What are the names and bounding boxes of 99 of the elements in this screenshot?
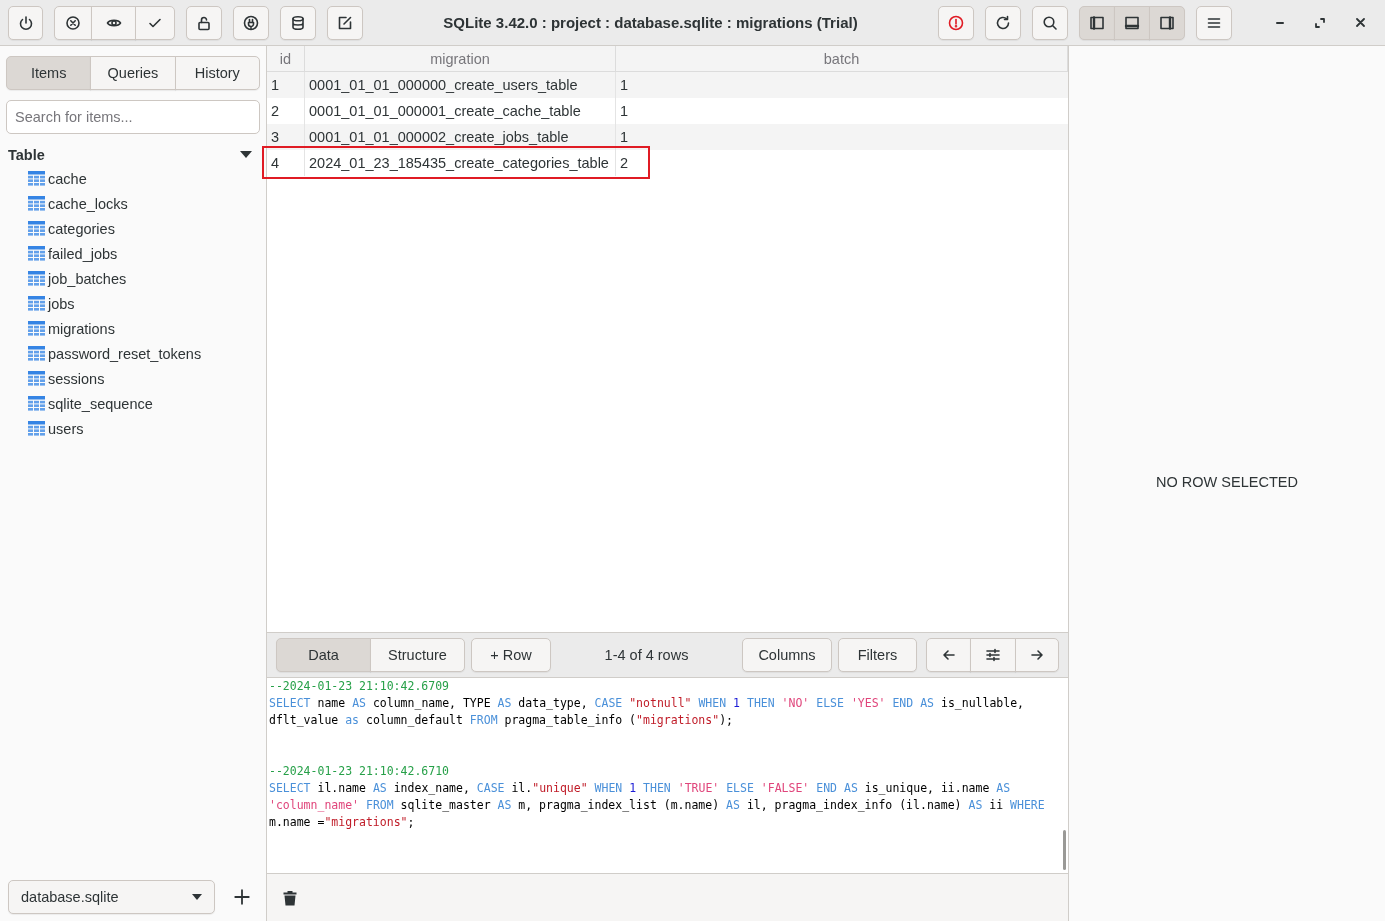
- sidebar-tab[interactable]: Queries: [90, 56, 176, 90]
- table-icon: [28, 396, 45, 411]
- column-header[interactable]: migration: [305, 46, 616, 71]
- sidebar-tab[interactable]: History: [174, 56, 260, 90]
- table-name[interactable]: sessions: [48, 370, 105, 387]
- sidebar-right-icon: [1159, 14, 1175, 31]
- lock-icon: [196, 14, 212, 31]
- table-row[interactable]: 4 2024_01_23_185435_create_categories_table 2: [267, 150, 1068, 176]
- table-cell-text: 1: [619, 102, 630, 121]
- power-icon: [17, 14, 34, 31]
- table-cell: 3: [267, 124, 305, 150]
- table-name[interactable]: users: [48, 420, 84, 437]
- table-icon: [28, 346, 45, 361]
- xcircle-icon: [65, 14, 81, 31]
- code-line: dflt_value as column_default FROM pragma_table_info ("migrations");: [269, 712, 733, 729]
- table-name[interactable]: password_reset_tokens: [48, 345, 202, 362]
- database-dropdown[interactable]: database.sqlite: [8, 880, 215, 914]
- table-name[interactable]: categories: [48, 220, 115, 237]
- code-line: 'column_name' FROM sqlite_master AS m, pragma_index_list (m.name) AS il, pragma_index_info (il.name) AS ii WHERE: [269, 797, 1045, 814]
- trash-icon[interactable]: [283, 889, 297, 906]
- table-icon: [28, 271, 45, 286]
- table-row[interactable]: 1 0001_01_01_000000_create_users_table 1: [267, 72, 1068, 98]
- bottom-panel-icon: [1124, 14, 1140, 31]
- table-icon: [28, 321, 45, 336]
- warning-button[interactable]: [938, 5, 974, 40]
- editor-button[interactable]: [327, 5, 363, 40]
- table-name[interactable]: failed_jobs: [48, 245, 118, 262]
- code-line: SELECT name AS column_name, TYPE AS data_type, CASE "notnull" WHEN 1 THEN 'NO' ELSE 'YES' END AS is_nullable,: [269, 695, 1025, 712]
- menu-button[interactable]: [1196, 5, 1232, 40]
- page-settings-button[interactable]: [970, 638, 1016, 672]
- maximize-icon: [1315, 17, 1325, 28]
- connection-button[interactable]: [233, 5, 269, 40]
- empty-state-text: NO ROW SELECTED: [1156, 474, 1298, 490]
- table-cell: 0001_01_01_000002_create_jobs_table: [305, 124, 616, 150]
- table-icon: [28, 221, 45, 236]
- column-header[interactable]: id: [267, 46, 305, 71]
- search-button[interactable]: [1032, 5, 1068, 40]
- table-name[interactable]: jobs: [48, 295, 75, 312]
- table-icon: [28, 246, 45, 261]
- search-field[interactable]: Search for items...: [6, 100, 260, 134]
- table-name[interactable]: migrations: [48, 320, 115, 337]
- table-name[interactable]: sqlite_sequence: [48, 395, 153, 412]
- table-cell-text: 1: [619, 128, 630, 147]
- scrollbar-thumb[interactable]: [1063, 830, 1066, 870]
- arrow-left-icon: [940, 647, 957, 663]
- plug-icon: [243, 14, 259, 31]
- database-button[interactable]: [280, 5, 316, 40]
- columns-button[interactable]: Columns: [742, 638, 832, 672]
- table-row[interactable]: 3 0001_01_01_000002_create_jobs_table 1: [267, 124, 1068, 150]
- sidebar-left-icon: [1089, 14, 1105, 31]
- table-cell: 2024_01_23_185435_create_categories_table: [305, 150, 616, 176]
- table-name[interactable]: cache: [48, 170, 87, 187]
- table-cell: 1: [267, 72, 305, 98]
- refresh-button[interactable]: [985, 5, 1021, 40]
- cancel-button[interactable]: [54, 5, 92, 40]
- view-tab[interactable]: Data: [276, 638, 371, 672]
- table-icon: [28, 371, 45, 386]
- table-icon: [28, 171, 45, 186]
- caret-icon: [192, 894, 202, 900]
- table-icon: [28, 196, 45, 211]
- section-header: Table: [8, 147, 45, 163]
- bottom-panel-toggle[interactable]: [1114, 5, 1150, 40]
- table-icon: [28, 296, 45, 311]
- minimize-icon: [1276, 21, 1284, 24]
- table-icon: [28, 421, 45, 436]
- sliders-icon: [985, 647, 1001, 663]
- alert-icon: [948, 14, 964, 31]
- dropdown-triangle-icon[interactable]: [240, 151, 252, 159]
- table-cell: 4: [267, 150, 305, 176]
- right-panel-toggle[interactable]: [1149, 5, 1185, 40]
- left-panel-toggle[interactable]: [1079, 5, 1115, 40]
- search-icon: [1042, 14, 1058, 31]
- close-icon: [1355, 18, 1365, 27]
- timestamp-comment: --2024-01-23 21:10:42.6709: [269, 678, 449, 695]
- arrow-right-icon: [1029, 647, 1045, 663]
- next-page-button[interactable]: [1015, 638, 1059, 672]
- column-header[interactable]: batch: [616, 46, 1068, 71]
- add-row-button[interactable]: + Row: [471, 638, 551, 672]
- previous-page-button[interactable]: [926, 638, 971, 672]
- timestamp-comment: --2024-01-23 21:10:42.6710: [269, 763, 449, 780]
- db-icon: [290, 14, 306, 31]
- view-tab[interactable]: Structure: [370, 638, 465, 672]
- lock-button[interactable]: [186, 5, 222, 40]
- table-name[interactable]: job_batches: [48, 270, 127, 287]
- sidebar-tab[interactable]: Items: [6, 56, 92, 90]
- preview-button[interactable]: [91, 5, 136, 40]
- refresh-icon: [995, 14, 1011, 31]
- filters-button[interactable]: Filters: [838, 638, 917, 672]
- code-line: SELECT il.name AS index_name, CASE il."unique" WHEN 1 THEN 'TRUE' ELSE 'FALSE' END AS is_unique, ii.name AS: [269, 780, 1011, 797]
- table-name[interactable]: cache_locks: [48, 195, 128, 212]
- edit-icon: [337, 14, 353, 31]
- row-count: 1-4 of 4 rows: [603, 647, 690, 663]
- add-icon[interactable]: [233, 888, 251, 906]
- power-button[interactable]: [8, 5, 43, 40]
- code-line: m.name ="migrations";: [269, 814, 415, 831]
- window-title: SQLite 3.42.0 : project : database.sqlite : migrations (Trial): [442, 14, 859, 31]
- table-cell: 0001_01_01_000000_create_users_table: [305, 72, 616, 98]
- table-cell-text: 1: [619, 76, 630, 95]
- table-cell-text: 2: [619, 154, 630, 173]
